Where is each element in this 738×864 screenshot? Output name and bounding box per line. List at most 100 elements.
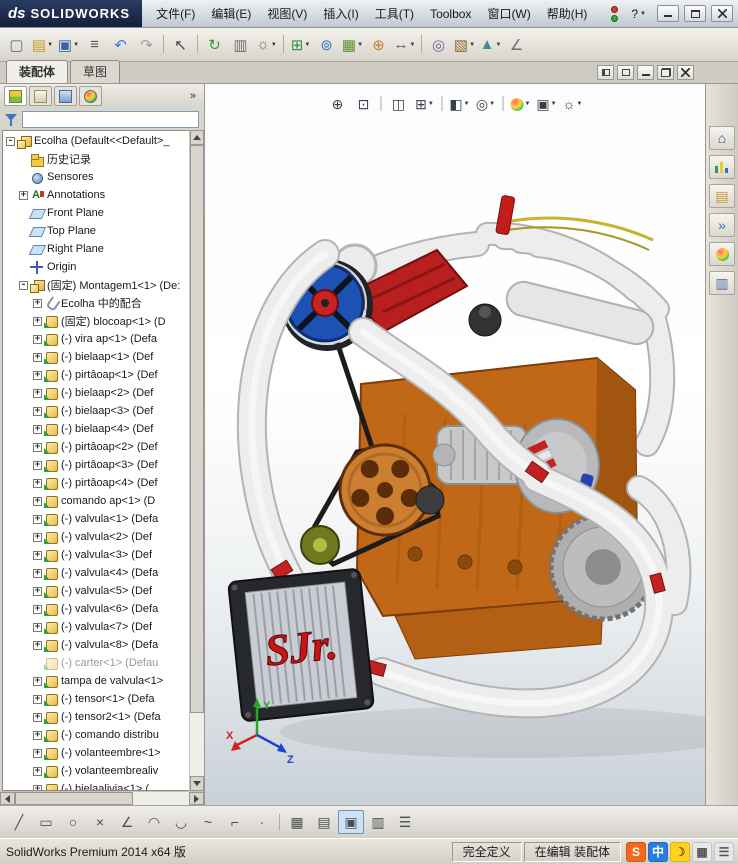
sketch-trim-icon[interactable]: ×	[87, 810, 113, 834]
tree-item[interactable]: + (-) valvula<1> (Defa	[3, 510, 189, 528]
doc-minimize-button[interactable]	[637, 65, 654, 80]
tree-item[interactable]: + Ecolha 中的配合	[3, 294, 189, 312]
tree-expander[interactable]: -	[6, 136, 15, 146]
select-icon[interactable]: ↖	[168, 32, 193, 58]
tree-item[interactable]: + (固定) blocoap<1> (D	[3, 312, 189, 330]
save-icon[interactable]: ▣	[56, 32, 81, 58]
tree-item[interactable]: + comando ap<1> (D	[3, 492, 189, 510]
menu-item[interactable]: Toolbox	[422, 0, 479, 27]
tree-expander[interactable]: +	[33, 604, 42, 614]
undo-icon[interactable]: ↶	[108, 32, 133, 58]
headsup-separator[interactable]	[438, 93, 446, 115]
tree-expander[interactable]: +	[33, 550, 42, 560]
propertymanager-tab[interactable]	[29, 86, 52, 106]
linear-pattern-icon[interactable]: ▦	[340, 32, 365, 58]
tree-expander[interactable]	[33, 659, 42, 668]
ime-skin-icon[interactable]: ☽	[670, 841, 690, 862]
scroll-up-button[interactable]	[190, 130, 204, 145]
featuremanager-tab[interactable]	[4, 86, 27, 106]
sketch-toolbar-separator[interactable]	[276, 810, 283, 834]
sketch-line-icon[interactable]: ╱	[6, 810, 32, 834]
tree-expander[interactable]: +	[33, 478, 42, 488]
menu-item[interactable]: 插入(I)	[315, 0, 366, 27]
section-list-icon[interactable]: ☰	[392, 810, 418, 834]
headsup-separator[interactable]	[377, 93, 385, 115]
tree-item[interactable]: + (-) pirtâoap<1> (Def	[3, 366, 189, 384]
hide-show-items-icon[interactable]: ◎	[474, 93, 498, 115]
sketch-corner-icon[interactable]: ⌐	[222, 810, 248, 834]
custom-properties-icon[interactable]: ▥	[709, 271, 735, 295]
tree-vertical-scrollbar[interactable]	[189, 130, 204, 791]
tree-expander[interactable]: +	[19, 190, 28, 200]
reference-geometry-icon[interactable]: ▲	[478, 32, 503, 58]
menu-item[interactable]: 文件(F)	[148, 0, 203, 27]
file-properties-icon[interactable]: ▥	[228, 32, 253, 58]
tree-expander[interactable]: +	[33, 694, 42, 704]
crank-pulley[interactable]	[338, 443, 432, 537]
tree-item[interactable]: + (-) bielaap<4> (Def	[3, 420, 189, 438]
zoom-fit-icon[interactable]: ⊕	[326, 93, 350, 115]
tree-expander[interactable]: +	[33, 640, 42, 650]
tree-item[interactable]: - Ecolha (Default<<Default>_	[3, 132, 189, 150]
show-hidden-components-icon[interactable]: ◎	[426, 32, 451, 58]
rebuild-icon[interactable]: ↻	[202, 32, 227, 58]
tree-expander[interactable]	[19, 227, 28, 236]
tree-item[interactable]: + (-) pirtâoap<4> (Def	[3, 474, 189, 492]
tree-item[interactable]: - (固定) Montagem1<1> (De:	[3, 276, 189, 294]
tree-item[interactable]: + tampa de valvula<1>	[3, 672, 189, 690]
tree-expander[interactable]: +	[33, 424, 42, 434]
toolbar-separator[interactable]	[418, 31, 425, 58]
tree-expander[interactable]: +	[33, 496, 42, 506]
options-icon[interactable]: ☼	[254, 32, 279, 58]
tree-item[interactable]: + (-) vira ap<1> (Defa	[3, 330, 189, 348]
tree-expander[interactable]: +	[33, 712, 42, 722]
tree-expander[interactable]: +	[33, 568, 42, 578]
orientation-triad[interactable]: Y X Z	[225, 695, 301, 771]
menu-item[interactable]: 编辑(E)	[203, 0, 259, 27]
edit-appearance-icon[interactable]	[509, 93, 533, 115]
tree-item[interactable]: 历史记录	[3, 150, 189, 168]
tree-expander[interactable]: +	[33, 730, 42, 740]
tree-item[interactable]: (-) carter<1> (Defau	[3, 654, 189, 672]
view-settings-icon[interactable]: ☼	[561, 93, 585, 115]
toolbar-separator[interactable]	[160, 31, 167, 58]
tree-expander[interactable]: +	[33, 748, 42, 758]
sketch-spline-icon[interactable]: ~	[195, 810, 221, 834]
tree-expander[interactable]: +	[33, 406, 42, 416]
tree-item[interactable]: + (-) volanteembre<1>	[3, 744, 189, 762]
measure-icon[interactable]: ∠	[504, 32, 529, 58]
new-icon[interactable]: ▢	[4, 32, 29, 58]
tree-item[interactable]: + (-) valvula<2> (Def	[3, 528, 189, 546]
sketch-chamfer-icon[interactable]: ∠	[114, 810, 140, 834]
tree-expander[interactable]: +	[33, 622, 42, 632]
toolbar-separator[interactable]	[280, 31, 287, 58]
tree-item[interactable]: Top Plane	[3, 222, 189, 240]
menu-item[interactable]: 窗口(W)	[479, 0, 538, 27]
tree-item[interactable]: + (-) valvula<5> (Def	[3, 582, 189, 600]
graphics-area[interactable]: ⊕ ⊡ ◫ ⊞ ▼ ◧ ▼ ◎ ▼ ▼ ▣ ▼ ☼ ▼ SJr. Y X Z	[205, 84, 705, 805]
configurationmanager-tab[interactable]	[54, 86, 77, 106]
sketch-arc-icon[interactable]: ◠	[141, 810, 167, 834]
tree-expander[interactable]: -	[19, 280, 28, 290]
tree-expander[interactable]	[19, 263, 28, 272]
tree-horizontal-scrollbar[interactable]	[0, 791, 204, 805]
tree-item[interactable]: Sensores	[3, 168, 189, 186]
tree-expander[interactable]: +	[33, 370, 42, 380]
tree-expander[interactable]: +	[33, 532, 42, 542]
scroll-left-button[interactable]	[0, 792, 15, 805]
zoom-area-icon[interactable]: ⊡	[352, 93, 376, 115]
displaymanager-tab[interactable]	[79, 86, 102, 106]
tree-expander[interactable]: +	[33, 676, 42, 686]
mate-icon[interactable]: ⊚	[314, 32, 339, 58]
tree-expander[interactable]: +	[33, 442, 42, 452]
doc-restore-button[interactable]	[657, 65, 674, 80]
tree-expander[interactable]: +	[33, 316, 42, 326]
close-button[interactable]	[711, 5, 733, 22]
smart-fasteners-icon[interactable]: ⊕	[366, 32, 391, 58]
forum-icon[interactable]: »	[709, 213, 735, 237]
sketch-tangent-arc-icon[interactable]: ◡	[168, 810, 194, 834]
tree-expander[interactable]: +	[33, 514, 42, 524]
sogou-icon[interactable]: S	[626, 841, 646, 862]
scroll-down-button[interactable]	[190, 776, 204, 791]
panel-chevron-button[interactable]: »	[186, 90, 200, 102]
